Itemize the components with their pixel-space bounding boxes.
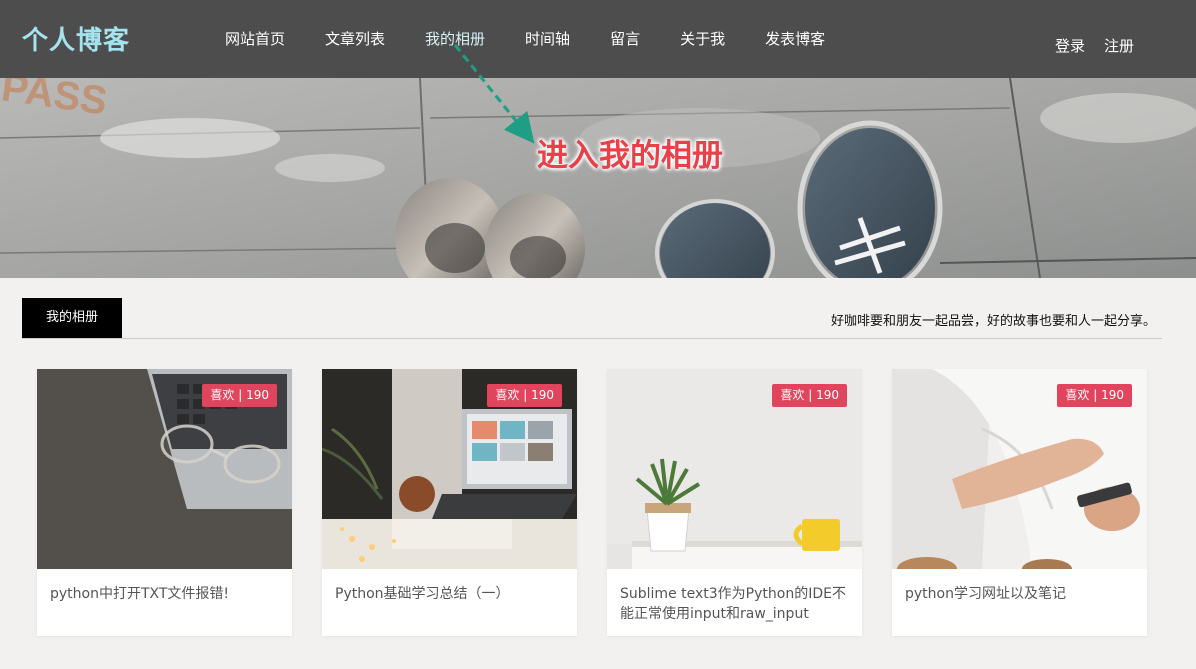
- album-card[interactable]: 喜欢 | 190 python中打开TXT文件报错!: [37, 369, 292, 636]
- login-link[interactable]: 登录: [1055, 35, 1085, 56]
- album-card-title[interactable]: Python基础学习总结（一）: [322, 569, 577, 604]
- album-card[interactable]: 喜欢 | 190 python学习网址以及笔记: [892, 369, 1147, 636]
- annotation-label: 进入我的相册: [537, 138, 723, 174]
- nav-link-articles[interactable]: 文章列表: [325, 28, 385, 49]
- album-card[interactable]: 喜欢 | 190 Sublime text3作为Python的IDE不能正常使用…: [607, 369, 862, 636]
- main-nav: 网站首页 文章列表 我的相册 时间轴 留言 关于我 发表博客: [225, 28, 865, 49]
- like-badge[interactable]: 喜欢 | 190: [1057, 384, 1132, 407]
- like-badge[interactable]: 喜欢 | 190: [487, 384, 562, 407]
- nav-link-messages[interactable]: 留言: [610, 28, 640, 49]
- auth-links: 登录 注册: [1036, 35, 1134, 56]
- banner-image: PASS: [0, 78, 1196, 278]
- album-card-image[interactable]: 喜欢 | 190: [607, 369, 862, 569]
- top-navbar: 个人博客 网站首页 文章列表 我的相册 时间轴 留言 关于我 发表博客 登录 注…: [0, 0, 1196, 78]
- album-card-title[interactable]: python学习网址以及笔记: [892, 569, 1147, 604]
- site-logo[interactable]: 个人博客: [22, 20, 130, 57]
- album-card-image[interactable]: 喜欢 | 190: [322, 369, 577, 569]
- register-link[interactable]: 注册: [1104, 35, 1134, 56]
- like-badge[interactable]: 喜欢 | 190: [772, 384, 847, 407]
- album-tab[interactable]: 我的相册: [22, 298, 122, 338]
- like-badge[interactable]: 喜欢 | 190: [202, 384, 277, 407]
- nav-link-about[interactable]: 关于我: [680, 28, 725, 49]
- album-card-title[interactable]: Sublime text3作为Python的IDE不能正常使用input和raw…: [607, 569, 862, 624]
- album-section-header: 我的相册 好咖啡要和朋友一起品尝，好的故事也要和人一起分享。: [22, 298, 1162, 339]
- nav-link-home[interactable]: 网站首页: [225, 28, 285, 49]
- nav-link-album[interactable]: 我的相册: [425, 28, 485, 49]
- nav-link-timeline[interactable]: 时间轴: [525, 28, 570, 49]
- album-card-image[interactable]: 喜欢 | 190: [37, 369, 292, 569]
- section-slogan: 好咖啡要和朋友一起品尝，好的故事也要和人一起分享。: [830, 314, 1156, 329]
- hero-banner: PASS: [0, 78, 1196, 278]
- album-card[interactable]: 喜欢 | 190 Python基础学习总结（一）: [322, 369, 577, 636]
- album-card-image[interactable]: 喜欢 | 190: [892, 369, 1147, 569]
- nav-link-publish[interactable]: 发表博客: [765, 28, 825, 49]
- album-card-title[interactable]: python中打开TXT文件报错!: [37, 569, 292, 604]
